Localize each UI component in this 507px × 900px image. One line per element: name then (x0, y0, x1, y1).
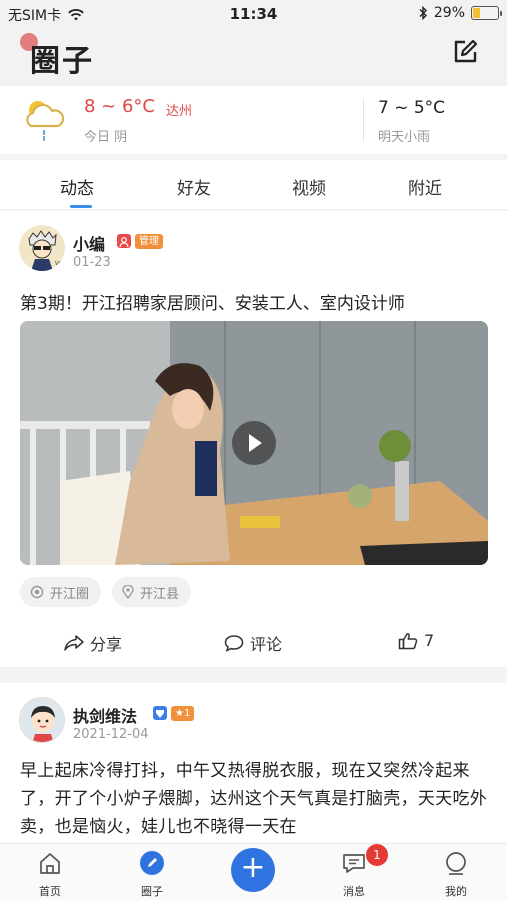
location-icon (122, 585, 134, 599)
post-text[interactable]: 早上起床冷得打抖，中午又热得脱衣服，现在又突然冷起来了，开了个小炉子煨脚，达州这… (20, 757, 490, 841)
share-icon (64, 635, 84, 651)
tomorrow-weather-desc: 明天小雨 (378, 130, 431, 145)
weather-divider (363, 98, 364, 142)
member-badge-icon (153, 706, 167, 720)
bluetooth-icon (419, 6, 427, 20)
circle-tag-icon (30, 585, 44, 599)
svg-text:VIP: VIP (55, 261, 63, 267)
thumbs-up-icon (398, 632, 418, 649)
level-badge: ★1 (171, 706, 195, 721)
status-bar: 无SIM卡 11:34 29% (0, 0, 507, 28)
comment-label: 评论 (250, 635, 283, 654)
circle-pen-icon (140, 851, 164, 875)
app-header: 圈子 (0, 28, 507, 86)
nav-profile-label: 我的 (445, 885, 467, 898)
tab-nearby[interactable]: 附近 (408, 174, 442, 199)
tag-location[interactable]: 开江县 (112, 577, 192, 607)
message-count-badge: 1 (366, 844, 388, 866)
tab-indicator (70, 205, 92, 208)
nav-home-label: 首页 (39, 885, 61, 898)
cloudy-rain-icon (26, 101, 65, 142)
post-date: 01-23 (73, 255, 111, 270)
play-button[interactable] (232, 421, 276, 465)
post-author[interactable]: 执剑维法 (73, 703, 137, 727)
nav-messages-label: 消息 (343, 885, 365, 898)
feed-post[interactable]: 执剑维法 ★1 2021-12-04 早上起床冷得打抖，中午又热得脱衣服，现在又… (0, 683, 507, 843)
nav-circle-label: 圈子 (141, 885, 163, 898)
tab-video[interactable]: 视频 (292, 174, 326, 199)
edit-icon[interactable] (451, 38, 479, 66)
battery-icon (471, 6, 502, 20)
like-button[interactable]: 7 (398, 631, 434, 650)
tomorrow-temperature: 7 ~ 5°C (378, 98, 446, 118)
share-label: 分享 (90, 635, 123, 654)
video-thumbnail[interactable] (20, 321, 488, 565)
post-title[interactable]: 第3期！开江招聘家居顾问、安装工人、室内设计师 (20, 289, 405, 314)
tag-label: 开江圈 (50, 586, 90, 602)
feed-tabs: 动态 好友 视频 附近 (0, 160, 507, 210)
share-button[interactable]: 分享 (64, 631, 122, 655)
page-title: 圈子 (30, 44, 94, 79)
battery-percent: 29% (433, 5, 465, 21)
weather-card[interactable]: 8 ~ 6°C 达州 今日 阴 7 ~ 5°C 明天小雨 (0, 86, 507, 154)
weather-city: 达州 (166, 104, 193, 119)
nav-circle[interactable]: 圈子 (122, 850, 182, 899)
today-temperature: 8 ~ 6°C (84, 96, 155, 117)
admin-user-icon (117, 234, 131, 248)
tab-friends[interactable]: 好友 (177, 174, 211, 199)
bottom-nav: 首页 圈子 + 消息 1 我的 (0, 843, 507, 900)
comment-icon (224, 635, 244, 652)
post-date: 2021-12-04 (73, 727, 149, 742)
tab-dynamic[interactable]: 动态 (60, 174, 94, 199)
level-number: 1 (183, 708, 191, 719)
star-icon: ★ (175, 708, 184, 719)
nav-profile[interactable]: 我的 (426, 850, 486, 899)
today-weather-desc: 今日 阴 (84, 130, 128, 145)
tag-label: 开江县 (140, 586, 180, 602)
message-icon (343, 854, 365, 873)
like-count: 7 (424, 631, 435, 650)
avatar[interactable] (19, 697, 65, 743)
nav-home[interactable]: 首页 (20, 850, 80, 899)
home-icon (40, 853, 60, 874)
feed-post[interactable]: VIP 小编 管理 01-23 第3期！开江招聘家居顾问、安装工人、室内设计师 (0, 211, 507, 667)
comment-button[interactable]: 评论 (224, 631, 282, 655)
avatar[interactable]: VIP (19, 225, 65, 271)
plus-icon[interactable]: + (231, 848, 275, 892)
profile-icon (446, 852, 466, 875)
post-author[interactable]: 小编 (73, 231, 105, 255)
role-badge: 管理 (135, 234, 163, 249)
tag-circle[interactable]: 开江圈 (20, 577, 102, 607)
